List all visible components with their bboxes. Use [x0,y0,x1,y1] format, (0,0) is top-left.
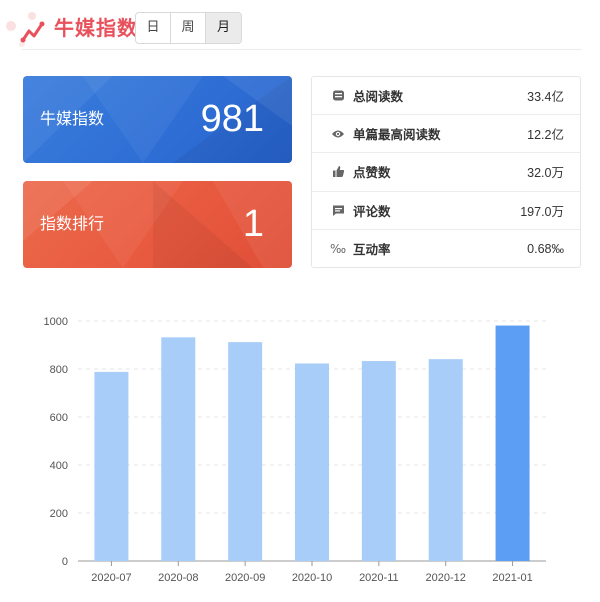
header-divider [22,49,582,50]
rank-card: 指数排行 1 [23,181,292,268]
bar [495,325,530,561]
page-title: 牛媒指数 [54,16,138,40]
rank-card-label: 指数排行 [40,214,105,233]
y-tick-label: 800 [50,364,68,376]
stat-label: 总阅读数 [353,89,404,105]
bar [161,337,196,561]
x-tick-label: 2020-08 [158,572,198,584]
index-card: 牛媒指数 981 [23,76,292,163]
bar [361,361,396,561]
trend-line-icon [6,12,45,47]
stat-row-likes: 点赞数 32.0万 [312,153,580,192]
period-week-button[interactable]: 周 [171,13,206,43]
header: 牛媒指数 日 周 月 [0,0,600,50]
stat-value: 0.68‰ [527,241,564,256]
permille-icon: ‰ [329,241,347,256]
x-tick-label: 2020-12 [426,572,466,584]
rank-card-value: 1 [242,203,264,245]
stat-value: 32.0万 [527,166,564,181]
period-month-button[interactable]: 月 [206,13,241,43]
y-tick-label: 400 [50,460,68,472]
x-tick-label: 2020-09 [225,572,265,584]
stats-panel: 总阅读数 33.4亿 单篇最高阅读数 12.2亿 点赞数 32.0万 评论数 1… [311,76,581,268]
y-tick-label: 600 [50,412,68,424]
monthly-index-chart: 0 200 400 600 800 1000 2020-07 2020-08 2020-09 20… [0,290,600,602]
y-tick-label: 0 [62,556,68,568]
x-tick-label: 2020-07 [91,572,131,584]
x-tick-label: 2020-10 [292,572,332,584]
stat-value: 33.4亿 [527,90,564,105]
index-card-label: 牛媒指数 [40,109,105,128]
bar [94,371,129,561]
stat-row-max-reads: 单篇最高阅读数 12.2亿 [312,115,580,154]
chart-svg: 0 200 400 600 800 1000 2020-07 2020-08 2020-09 20… [44,316,546,584]
stat-label: 评论数 [353,203,391,219]
x-tick-label: 2021-01 [492,572,532,584]
stat-value: 197.0万 [520,204,564,219]
y-tick-label: 200 [50,508,68,520]
stat-label: 单篇最高阅读数 [353,127,441,143]
period-selector: 日 周 月 [135,12,242,44]
x-tick-label: 2020-11 [359,572,399,584]
bar [295,363,329,561]
y-tick-label: 1000 [44,316,68,328]
thumbs-up-icon [330,164,346,180]
comment-icon [330,202,346,218]
eye-icon [330,126,346,142]
stat-row-total-reads: 总阅读数 33.4亿 [312,77,580,116]
stat-value: 12.2亿 [527,128,564,143]
bar [428,359,463,561]
stat-label: 互动率 [353,242,391,258]
period-day-button[interactable]: 日 [136,13,171,43]
bar [228,342,263,561]
index-card-value: 981 [200,98,264,140]
stat-row-interaction-rate: ‰ 互动率 0.68‰ [312,230,580,268]
book-icon [330,88,346,104]
stat-label: 点赞数 [353,165,391,181]
stat-row-comments: 评论数 197.0万 [312,192,580,230]
